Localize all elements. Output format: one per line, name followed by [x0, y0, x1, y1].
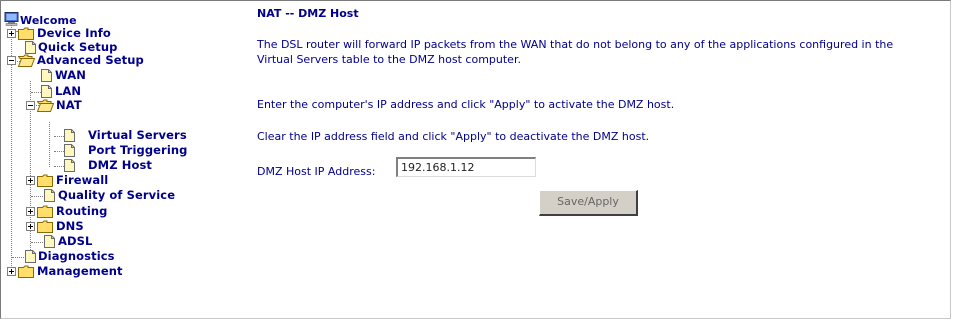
expand-plus-icon[interactable] [26, 222, 35, 231]
tree-line [54, 151, 64, 152]
nav-label-advanced-setup: Advanced Setup [37, 53, 144, 67]
collapse-minus-icon[interactable] [7, 56, 16, 65]
expand-plus-icon[interactable] [26, 176, 35, 185]
document-icon [64, 129, 75, 142]
nav-label-port-triggering: Port Triggering [88, 143, 188, 157]
nav-label-dmz-host: DMZ Host [88, 158, 152, 172]
tree-line [31, 242, 45, 243]
tree-line [49, 122, 50, 167]
tree-line [12, 257, 26, 258]
nav-label-qos: Quality of Service [58, 188, 176, 202]
nav-label-virtual-servers: Virtual Servers [88, 128, 187, 142]
nav-label-management: Management [37, 264, 123, 278]
nav-label-dns: DNS [56, 219, 84, 233]
document-icon [41, 85, 52, 98]
folder-closed-icon [18, 265, 34, 278]
tree-line [11, 16, 12, 274]
nav-label-diagnostics: Diagnostics [38, 249, 115, 263]
collapse-minus-icon[interactable] [26, 101, 35, 110]
page-title: NAT -- DMZ Host [257, 7, 359, 20]
computer-icon [4, 12, 19, 26]
dmz-ip-input[interactable] [396, 157, 536, 177]
document-icon [44, 189, 55, 202]
document-icon [25, 250, 36, 263]
save-apply-button[interactable]: Save/Apply [539, 190, 638, 216]
document-icon [64, 144, 75, 157]
nav-tree: Welcome Device Info Quick Setup Advanced… [4, 2, 249, 302]
description-text: The DSL router will forward IP packets f… [257, 37, 893, 67]
nav-label-firewall: Firewall [56, 173, 109, 187]
deactivate-instruction: Clear the IP address field and click "Ap… [257, 130, 650, 143]
nav-label-routing: Routing [56, 204, 108, 218]
nav-label-device-info: Device Info [37, 26, 111, 40]
folder-closed-icon [37, 220, 53, 233]
description-line: The DSL router will forward IP packets f… [257, 38, 894, 51]
nav-label-lan: LAN [55, 84, 82, 98]
document-icon [25, 41, 36, 54]
document-icon [44, 235, 55, 248]
tree-line [54, 136, 64, 137]
document-icon [64, 159, 75, 172]
folder-closed-icon [37, 205, 53, 218]
tree-line [54, 166, 64, 167]
tree-line [31, 196, 45, 197]
description-line: Virtual Servers table to the DMZ host co… [257, 53, 521, 66]
expand-plus-icon[interactable] [7, 267, 16, 276]
dmz-ip-label: DMZ Host IP Address: [257, 165, 376, 178]
nav-label-nat: NAT [56, 98, 82, 112]
folder-closed-icon [18, 27, 34, 40]
folder-open-icon [37, 99, 54, 112]
main-content: NAT -- DMZ Host The DSL router will forw… [257, 0, 953, 321]
folder-closed-icon [37, 174, 53, 187]
nav-label-wan: WAN [55, 68, 86, 82]
expand-plus-icon[interactable] [7, 29, 16, 38]
expand-plus-icon[interactable] [26, 207, 35, 216]
folder-open-icon [18, 54, 35, 67]
document-icon [41, 69, 52, 82]
nav-label-adsl: ADSL [58, 234, 93, 248]
activate-instruction: Enter the computer's IP address and clic… [257, 98, 675, 111]
